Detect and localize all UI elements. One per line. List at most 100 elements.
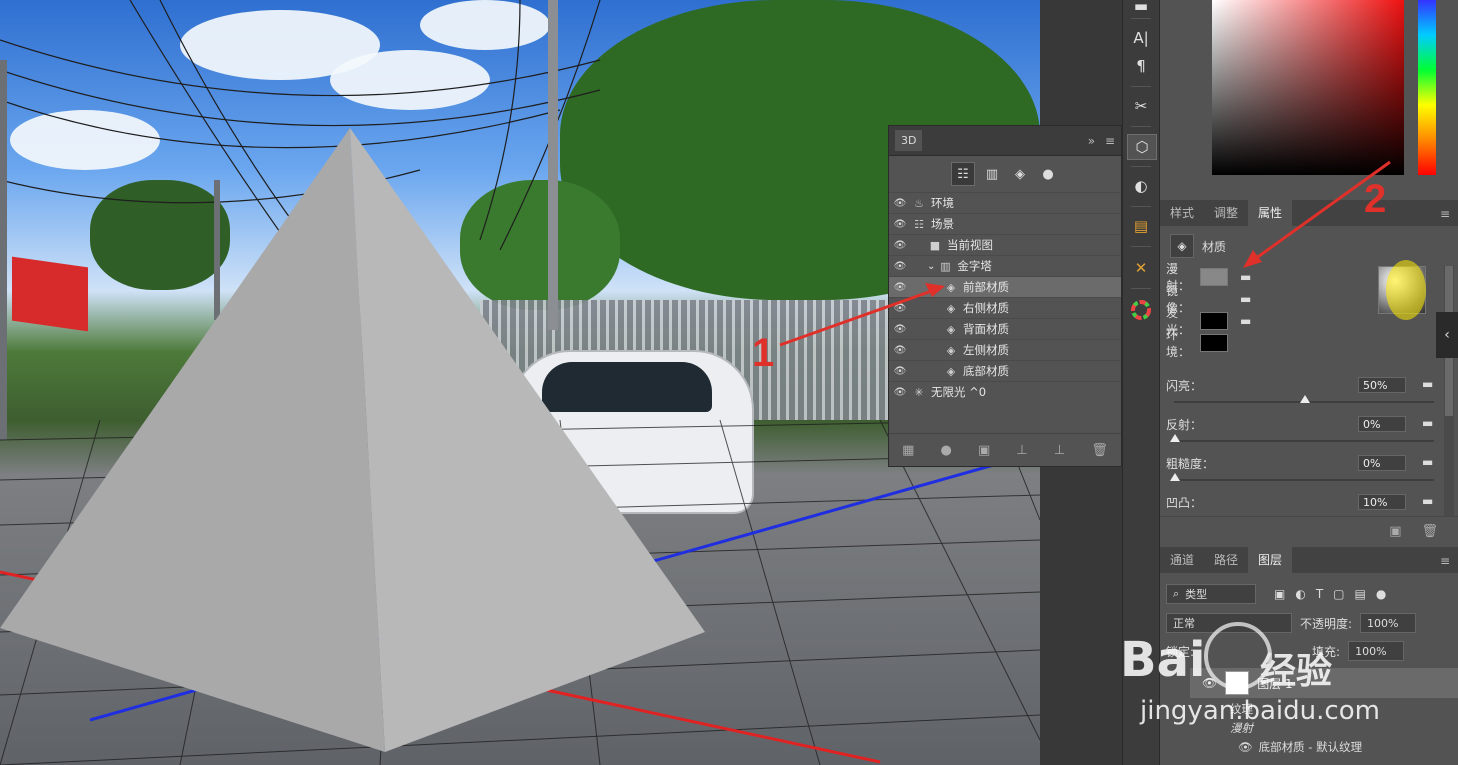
pin-icon[interactable]: ⊥ [1016, 443, 1027, 458]
eye-icon[interactable]: 👁 [889, 303, 911, 314]
ambient-swatch[interactable] [1200, 334, 1228, 352]
color-wheel-icon[interactable] [1127, 298, 1155, 322]
render-icon[interactable]: ▣ [1389, 524, 1401, 539]
shape-filter-icon[interactable]: ▢ [1333, 587, 1344, 601]
eye-icon[interactable]: 👁 [889, 261, 911, 272]
chevron-left-icon[interactable]: ‹ [1436, 312, 1458, 358]
menu-icon[interactable]: ≡ [1105, 134, 1115, 148]
adjustment-filter-icon[interactable]: ◐ [1295, 587, 1305, 601]
eye-icon[interactable]: 👁 [889, 366, 911, 377]
tree-item-label: 前部材质 [963, 280, 1009, 294]
tab-styles[interactable]: 样式 [1160, 199, 1204, 226]
eye-icon[interactable]: 👁 [889, 345, 911, 356]
tree-item[interactable]: 👁 ◈ 前部材质 [889, 276, 1121, 297]
eye-icon[interactable]: 👁 [889, 282, 911, 293]
3d-material-icon[interactable]: ◐ [1127, 174, 1155, 198]
light-filter-icon[interactable]: ● [1037, 163, 1059, 185]
bump-slider[interactable]: 凹凸： 10% ▬ [1166, 494, 1436, 511]
material-filter-icon[interactable]: ◈ [1009, 163, 1031, 185]
eye-icon[interactable]: 👁 [1238, 740, 1253, 754]
folder-icon[interactable]: ▬ [1240, 270, 1251, 284]
tree-item[interactable]: 👁 ☷ 场景 [889, 213, 1121, 234]
environment-icon: ♨ [914, 196, 924, 210]
layer-sub-item[interactable]: 👁 底部材质 - 默认纹理 [1190, 736, 1458, 758]
tree-item[interactable]: 👁 ◈ 背面材质 [889, 318, 1121, 339]
tab-3d[interactable]: 3D [895, 130, 923, 151]
ambient-row: 环境： [1166, 328, 1240, 359]
constraint-icon[interactable]: ⊥ [1054, 443, 1065, 458]
color-picker-field[interactable] [1212, 0, 1404, 175]
chevron-down-icon[interactable]: ⌄ [927, 261, 935, 272]
layer-filter-label: 类型 [1185, 588, 1208, 601]
render-icon[interactable]: ▣ [978, 443, 990, 458]
eye-icon[interactable]: 👁 [889, 240, 911, 251]
image-filter-icon[interactable]: ▣ [1274, 587, 1285, 601]
properties-scrollbar[interactable] [1444, 266, 1454, 516]
paragraph-icon[interactable]: ¶ [1127, 54, 1155, 78]
tree-item[interactable]: 👁 ◈ 右侧材质 [889, 297, 1121, 318]
add-light-icon[interactable]: ● [941, 443, 952, 458]
trash-icon[interactable]: 🗑 [1421, 524, 1438, 539]
bump-value[interactable]: 10% [1358, 494, 1406, 510]
crossed-tools-icon[interactable]: ✕ [1127, 256, 1155, 280]
add-mesh-icon[interactable]: ▦ [902, 443, 914, 458]
tools-icon[interactable]: ✂ [1127, 94, 1155, 118]
tab-paths[interactable]: 路径 [1204, 546, 1248, 573]
properties-tabbar: 样式 调整 属性 ≡ [1160, 199, 1458, 226]
tree-item[interactable]: 👁 ⌄ ▥ 金字塔 [889, 255, 1121, 276]
tree-item[interactable]: 👁 ♨ 环境 [889, 192, 1121, 213]
folder-icon[interactable]: ▬ [1422, 494, 1433, 508]
menu-icon[interactable]: ≡ [1432, 202, 1458, 226]
text-tool-icon[interactable]: A| [1127, 26, 1155, 50]
watermark-brand-cn: 经验 [1260, 651, 1333, 692]
tree-item-label: 场景 [931, 217, 954, 231]
3d-panel[interactable]: 3D » ≡ ☷ ▥ ◈ ● 👁 ♨ 环境 👁 ☷ 场景 👁 ■ 当前视图 👁 ⌄ ▥ 金字塔 👁 ◈ 前部材… [888, 125, 1122, 467]
tab-adjustments[interactable]: 调整 [1204, 199, 1248, 226]
eye-icon[interactable]: 👁 [889, 387, 911, 398]
double-chevron-icon[interactable]: » [1088, 134, 1095, 148]
tab-properties[interactable]: 属性 [1248, 199, 1293, 226]
specular-swatch[interactable] [1200, 290, 1228, 308]
comment-icon[interactable]: ▬ [1127, 0, 1155, 15]
material-icon: ◈ [1170, 234, 1194, 258]
smart-filter-icon[interactable]: ▤ [1355, 587, 1366, 601]
eye-icon[interactable]: 👁 [889, 198, 911, 209]
diffuse-swatch[interactable] [1200, 268, 1228, 286]
trash-icon[interactable]: 🗑 [1091, 443, 1108, 458]
3d-cube-icon[interactable]: ⬡ [1127, 134, 1157, 160]
tree-item-label: 背面材质 [963, 322, 1009, 336]
tab-channels[interactable]: 通道 [1160, 546, 1204, 573]
roughness-slider[interactable]: 粗糙度： 0% ▬ [1166, 455, 1436, 481]
layer-filter-dropdown[interactable]: ⌕ 类型 [1166, 584, 1256, 604]
tree-item[interactable]: 👁 ◈ 左侧材质 [889, 339, 1121, 360]
type-filter-icon[interactable]: T [1316, 587, 1323, 601]
document-canvas[interactable] [0, 0, 1040, 765]
bump-label: 凹凸： [1166, 496, 1203, 510]
folder-icon[interactable]: ▬ [1422, 416, 1433, 430]
illumination-swatch[interactable] [1200, 312, 1228, 330]
search-icon: ⌕ [1173, 587, 1180, 600]
eye-icon[interactable]: 👁 [889, 324, 911, 335]
pins-icon[interactable]: ▤ [1127, 214, 1155, 238]
reflection-value[interactable]: 0% [1358, 416, 1406, 432]
tree-item[interactable]: 👁 ■ 当前视图 [889, 234, 1121, 255]
filter-toggle-icon[interactable]: ● [1376, 587, 1386, 601]
tree-item[interactable]: 👁 ✳ 无限光 ^0 [889, 381, 1121, 402]
eye-icon[interactable]: 👁 [889, 219, 911, 230]
shine-slider[interactable]: 闪亮： 50% ▬ [1166, 377, 1436, 403]
folder-icon[interactable]: ▬ [1422, 377, 1433, 391]
shine-value[interactable]: 50% [1358, 377, 1406, 393]
folder-icon[interactable]: ▬ [1240, 314, 1251, 328]
tree-item[interactable]: 👁 ◈ 底部材质 [889, 360, 1121, 381]
tab-layers[interactable]: 图层 [1248, 546, 1293, 573]
mesh-filter-icon[interactable]: ▥ [981, 163, 1003, 185]
reflection-slider[interactable]: 反射： 0% ▬ [1166, 416, 1436, 442]
camera-icon: ■ [929, 238, 941, 252]
folder-icon[interactable]: ▬ [1240, 292, 1251, 306]
folder-icon[interactable]: ▬ [1422, 455, 1433, 469]
roughness-value[interactable]: 0% [1358, 455, 1406, 471]
menu-icon[interactable]: ≡ [1432, 549, 1458, 573]
baidu-watermark: Bai 经验 jingyan.baidu.com [1120, 612, 1450, 732]
scene-filter-icon[interactable]: ☷ [951, 162, 975, 186]
hue-slider[interactable] [1418, 0, 1436, 175]
